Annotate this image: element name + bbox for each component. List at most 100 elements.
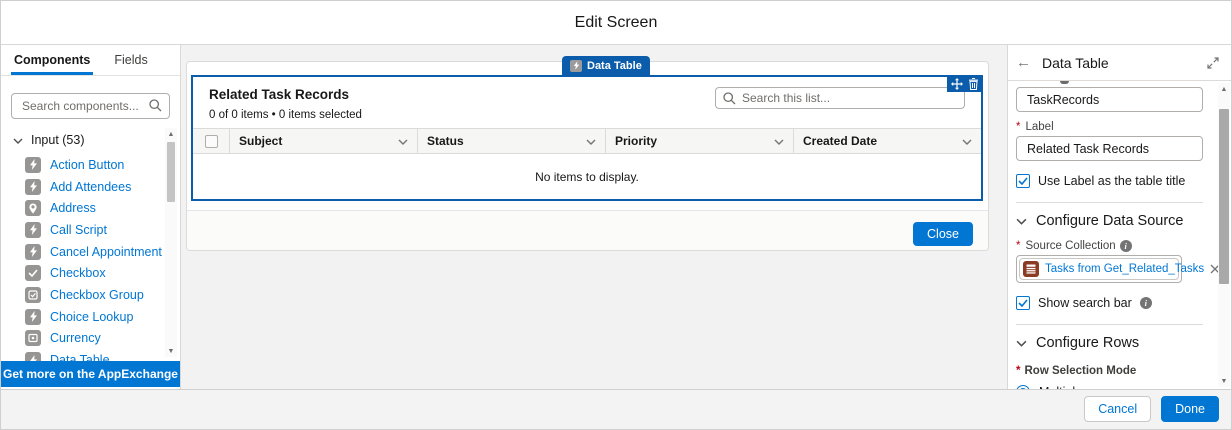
bolt-icon bbox=[25, 243, 41, 260]
sidebar-tabs: Components Fields bbox=[1, 45, 180, 76]
column-header-created-date[interactable]: Created Date bbox=[793, 129, 981, 153]
close-button[interactable]: Close bbox=[913, 222, 973, 246]
expand-icon[interactable] bbox=[1207, 56, 1219, 69]
check-icon bbox=[25, 265, 41, 282]
screen-footer: Close bbox=[187, 210, 988, 250]
section-input[interactable]: Input (53) bbox=[1, 125, 180, 152]
label-input[interactable] bbox=[1016, 136, 1203, 161]
chevron-down-icon bbox=[398, 134, 408, 148]
component-item-cancel-appointment[interactable]: Cancel Appointment bbox=[1, 241, 180, 263]
table-summary: 0 of 0 items • 0 items selected bbox=[209, 109, 362, 121]
pin-icon bbox=[25, 200, 41, 217]
sidebar-scrollbar[interactable]: ▲ ▼ bbox=[165, 128, 177, 357]
api-name-input[interactable] bbox=[1016, 87, 1203, 112]
properties-panel: ← Data Table *Label Use Label as the tab… bbox=[1007, 45, 1231, 389]
record-collection-icon bbox=[1023, 261, 1039, 277]
component-badge[interactable]: Data Table bbox=[562, 56, 650, 75]
components-sidebar: Components Fields Input (53) Action Butt… bbox=[1, 45, 181, 389]
component-item-choice-lookup[interactable]: Choice Lookup bbox=[1, 306, 180, 328]
chevron-down-icon bbox=[586, 134, 596, 148]
scrollbar-thumb[interactable] bbox=[167, 142, 175, 202]
scroll-up-icon[interactable]: ▲ bbox=[165, 128, 177, 140]
radio-option-multiple[interactable]: Multiple bbox=[1016, 385, 1203, 389]
scrollbar-thumb[interactable] bbox=[1219, 109, 1229, 284]
done-button[interactable]: Done bbox=[1161, 395, 1219, 422]
configure-rows-section[interactable]: Configure Rows bbox=[1016, 325, 1203, 353]
column-header-status[interactable]: Status bbox=[417, 129, 605, 153]
label-field-label: * Label bbox=[1016, 121, 1054, 133]
cancel-button[interactable]: Cancel bbox=[1084, 395, 1152, 422]
search-list-input[interactable] bbox=[715, 87, 965, 109]
source-collection-label: * Source Collection i bbox=[1016, 240, 1203, 252]
scroll-down-icon[interactable]: ▼ bbox=[165, 345, 177, 357]
tab-components[interactable]: Components bbox=[11, 45, 93, 75]
checkbox-group-icon bbox=[25, 286, 41, 303]
dialog-footer: Cancel Done bbox=[1, 389, 1231, 429]
currency-icon bbox=[25, 330, 41, 347]
show-search-bar-label: Show search bar bbox=[1038, 296, 1132, 310]
clipped-info-icon bbox=[1060, 81, 1069, 84]
chevron-down-icon bbox=[1016, 335, 1027, 351]
info-icon[interactable]: i bbox=[1119, 240, 1132, 252]
show-search-bar-checkbox[interactable] bbox=[1016, 296, 1030, 310]
component-actions-chip bbox=[947, 75, 983, 92]
row-selection-mode-label: * Row Selection Mode bbox=[1016, 365, 1137, 377]
component-item-call-script[interactable]: Call Script bbox=[1, 219, 180, 241]
scroll-down-icon[interactable]: ▼ bbox=[1218, 375, 1230, 387]
component-badge-label: Data Table bbox=[587, 59, 642, 72]
section-input-label: Input (53) bbox=[31, 133, 85, 147]
page-title: Edit Screen bbox=[574, 13, 658, 31]
column-header-priority[interactable]: Priority bbox=[605, 129, 793, 153]
chevron-down-icon bbox=[774, 134, 784, 148]
source-collection-input[interactable]: Tasks from Get_Related_Tasks bbox=[1016, 255, 1220, 283]
trash-icon[interactable] bbox=[968, 77, 979, 90]
source-collection-value: Tasks from Get_Related_Tasks bbox=[1045, 263, 1205, 275]
required-marker: * bbox=[1016, 240, 1021, 252]
bolt-icon bbox=[25, 308, 41, 325]
component-list: Action Button Add Attendees Address Call… bbox=[1, 152, 180, 361]
component-item-address[interactable]: Address bbox=[1, 197, 180, 219]
dialog-header: Edit Screen bbox=[1, 1, 1231, 45]
bolt-icon bbox=[25, 178, 41, 195]
panel-scroll-area: *Label Use Label as the table title Conf… bbox=[1008, 80, 1231, 389]
component-item-add-attendees[interactable]: Add Attendees bbox=[1, 176, 180, 198]
search-icon bbox=[723, 92, 736, 110]
component-item-checkbox-group[interactable]: Checkbox Group bbox=[1, 284, 180, 306]
panel-title: Data Table bbox=[1042, 54, 1109, 71]
component-item-checkbox[interactable]: Checkbox bbox=[1, 262, 180, 284]
column-header-subject[interactable]: Subject bbox=[229, 129, 417, 153]
chevron-down-icon bbox=[962, 134, 972, 148]
component-item-action-button[interactable]: Action Button bbox=[1, 154, 180, 176]
search-icon bbox=[149, 99, 162, 117]
screen-canvas: Data Table Related Task Records 0 of 0 i… bbox=[181, 45, 1007, 389]
chevron-down-icon bbox=[13, 133, 23, 147]
table-empty-state: No items to display. bbox=[193, 154, 981, 199]
source-collection-pill[interactable]: Tasks from Get_Related_Tasks bbox=[1019, 258, 1220, 280]
use-label-checkbox-label: Use Label as the table title bbox=[1038, 174, 1186, 188]
scroll-up-icon[interactable]: ▲ bbox=[1218, 83, 1230, 95]
search-components-input[interactable] bbox=[11, 93, 170, 119]
info-icon[interactable]: i bbox=[1139, 297, 1152, 309]
back-arrow-icon[interactable]: ← bbox=[1016, 55, 1031, 70]
radio-selected-icon[interactable] bbox=[1016, 385, 1030, 389]
bolt-icon bbox=[25, 156, 41, 173]
use-label-checkbox[interactable] bbox=[1016, 174, 1030, 188]
required-marker: * bbox=[1016, 365, 1021, 377]
component-item-currency[interactable]: Currency bbox=[1, 328, 180, 350]
bolt-icon bbox=[570, 59, 582, 72]
select-all-checkbox[interactable] bbox=[204, 134, 218, 148]
selected-data-table-component[interactable]: Related Task Records 0 of 0 items • 0 it… bbox=[191, 75, 983, 201]
bolt-icon bbox=[25, 221, 41, 238]
tab-fields[interactable]: Fields bbox=[111, 45, 150, 75]
chevron-down-icon bbox=[1016, 213, 1027, 229]
required-marker: * bbox=[1016, 121, 1021, 133]
move-icon[interactable] bbox=[951, 77, 963, 90]
appexchange-button[interactable]: Get more on the AppExchange bbox=[1, 361, 180, 387]
bolt-icon bbox=[25, 352, 41, 361]
edit-screen-dialog: Edit Screen Components Fields Input (53) bbox=[0, 0, 1232, 430]
table-header-row: Subject Status Priority Created Date bbox=[193, 128, 981, 154]
panel-scrollbar[interactable]: ▲ ▼ bbox=[1218, 83, 1230, 387]
screen-preview-card: Related Task Records 0 of 0 items • 0 it… bbox=[186, 61, 989, 251]
configure-data-source-section[interactable]: Configure Data Source bbox=[1016, 203, 1203, 231]
component-item-data-table[interactable]: Data Table bbox=[1, 349, 180, 361]
